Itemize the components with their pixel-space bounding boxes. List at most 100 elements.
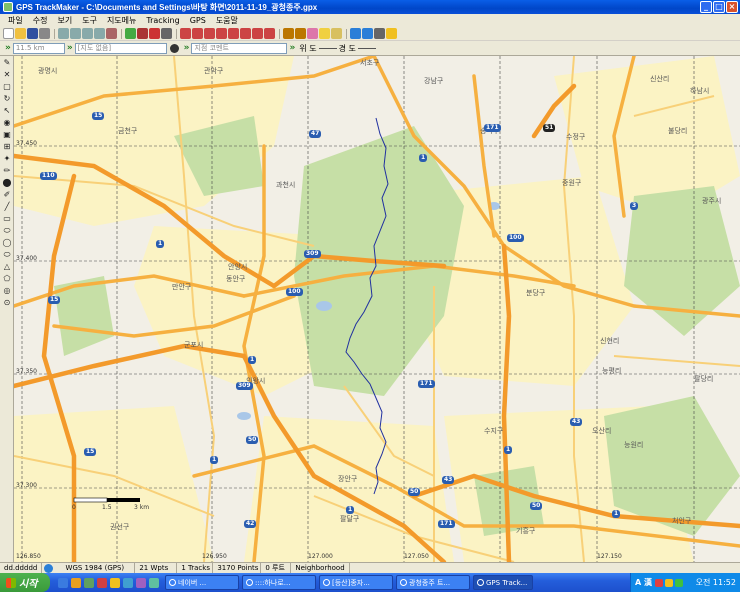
flag-icon[interactable] [180, 28, 191, 39]
menu-edit[interactable]: 수정 [28, 15, 53, 26]
title-bar[interactable]: GPS TrackMaker - C:\Documents and Settin… [0, 0, 740, 14]
waypoint-comment-field[interactable]: 지점 코멘트 [191, 42, 288, 54]
route-icon[interactable] [149, 28, 160, 39]
quick-launch-app-icon[interactable] [123, 577, 133, 588]
ime-indicator[interactable]: A 漢 [635, 577, 652, 588]
zoom-previous-icon[interactable] [106, 28, 117, 39]
longitude-tick: 127.150 [597, 553, 622, 560]
ring-tool-icon[interactable]: ◎ [2, 286, 12, 296]
zoom-out-icon[interactable] [70, 28, 81, 39]
web-icon[interactable] [362, 28, 373, 39]
scale-field[interactable]: 11.5 km [12, 42, 65, 54]
road-shield: 50 [246, 436, 259, 444]
ellipse-tool-icon[interactable]: ⬭ [2, 250, 12, 260]
map-field[interactable]: [지도 없음] [74, 42, 167, 54]
quick-launch-app-icon[interactable] [84, 577, 94, 588]
quick-launch-app-icon[interactable] [97, 577, 107, 588]
quick-launch-app-icon[interactable] [136, 577, 146, 588]
zoom-in-icon[interactable] [58, 28, 69, 39]
taskbar-item[interactable]: ::::하나로... [242, 575, 316, 590]
rounded-rect-tool-icon[interactable]: ⬭ [2, 226, 12, 236]
quick-launch-app-icon[interactable] [110, 577, 120, 588]
save-icon[interactable] [27, 28, 38, 39]
flag-icon[interactable] [204, 28, 215, 39]
circle-tool-icon[interactable]: ◯ [2, 238, 12, 248]
select-box-tool-icon[interactable]: ▢ [2, 82, 12, 92]
new-file-icon[interactable] [3, 28, 14, 39]
grid-tool-icon[interactable]: ⊞ [2, 142, 12, 152]
road-shield: 110 [40, 172, 57, 180]
info-icon[interactable] [386, 28, 397, 39]
flag-icon[interactable] [228, 28, 239, 39]
menu-bar: 파일 수정 보기 도구 지도메뉴 Tracking GPS 도움말 [0, 14, 740, 27]
tray-app-icon[interactable] [654, 578, 663, 587]
tray-app-icon[interactable] [674, 578, 683, 587]
flag-icon[interactable] [252, 28, 263, 39]
status-routes: 0 루트 [261, 563, 292, 573]
draw-tool-icon[interactable]: ✏ [2, 166, 12, 176]
window-title: GPS TrackMaker - C:\Documents and Settin… [16, 2, 318, 12]
road-shield: 171 [484, 124, 501, 132]
pointer-tool-icon[interactable]: ↖ [2, 106, 12, 116]
rotate-tool-icon[interactable]: ↻ [2, 94, 12, 104]
menu-view[interactable]: 보기 [52, 15, 77, 26]
map-icon[interactable] [125, 28, 136, 39]
gps-status-icon[interactable] [169, 43, 179, 53]
globe-icon[interactable] [350, 28, 361, 39]
gps-receive-icon[interactable] [295, 28, 306, 39]
flag-icon[interactable] [192, 28, 203, 39]
tray-app-icon[interactable] [664, 578, 673, 587]
app-window: GPS TrackMaker - C:\Documents and Settin… [0, 0, 740, 592]
road-shield: 43 [570, 418, 583, 426]
map-canvas[interactable]: 서초구 광명시 관악구 금천구 과천시 안양시 동안구 만안구 군포시 의왕시 … [14, 56, 740, 562]
flag-icon[interactable] [216, 28, 227, 39]
waypoint-icon[interactable] [161, 28, 172, 39]
zoom-all-icon[interactable] [94, 28, 105, 39]
rectangle-tool-icon[interactable]: ▭ [2, 214, 12, 224]
place-label: 불당리 [668, 127, 688, 135]
search-icon[interactable] [307, 28, 318, 39]
pentagon-tool-icon[interactable]: ⬠ [2, 274, 12, 284]
menu-tracking[interactable]: Tracking [141, 16, 184, 25]
maximize-button[interactable]: □ [713, 1, 725, 13]
edit-tool-icon[interactable]: ✐ [2, 190, 12, 200]
start-button[interactable]: 시작 [0, 573, 50, 592]
frame-tool-icon[interactable]: ▣ [2, 130, 12, 140]
quick-launch-app-icon[interactable] [149, 577, 159, 588]
line-tool-icon[interactable]: ╱ [2, 202, 12, 212]
print-icon[interactable] [39, 28, 50, 39]
layer-icon[interactable] [331, 28, 342, 39]
taskbar-item[interactable]: GPS Track... [473, 575, 533, 590]
app-icon [3, 2, 13, 12]
point-tool-icon[interactable]: ⊙ [2, 298, 12, 308]
lightbulb-icon[interactable] [319, 28, 330, 39]
road-shield: 100 [286, 288, 303, 296]
quick-launch-folder-icon[interactable] [71, 577, 81, 588]
taskbar-item[interactable]: 광청종주 트... [396, 575, 470, 590]
track-icon[interactable] [137, 28, 148, 39]
dot-tool-icon[interactable]: ⬤ [2, 178, 12, 188]
quick-launch-ie-icon[interactable] [58, 577, 68, 588]
taskbar-item[interactable]: 네이버 ... [165, 575, 239, 590]
toolbar-separator [54, 28, 55, 39]
gps-send-icon[interactable] [283, 28, 294, 39]
close-button[interactable]: × [726, 1, 738, 13]
zoom-area-icon[interactable] [82, 28, 93, 39]
triangle-tool-icon[interactable]: △ [2, 262, 12, 272]
target-tool-icon[interactable]: ◉ [2, 118, 12, 128]
taskbar-item[interactable]: [등산]종자... [319, 575, 393, 590]
star-tool-icon[interactable]: ✦ [2, 154, 12, 164]
menu-file[interactable]: 파일 [3, 15, 28, 26]
flag-icon[interactable] [264, 28, 275, 39]
menu-map[interactable]: 지도메뉴 [102, 15, 141, 26]
flag-icon[interactable] [240, 28, 251, 39]
menu-help[interactable]: 도움말 [211, 15, 243, 26]
menu-gps[interactable]: GPS [185, 16, 211, 25]
open-folder-icon[interactable] [15, 28, 26, 39]
pencil-tool-icon[interactable]: ✎ [2, 58, 12, 68]
minimize-button[interactable]: _ [700, 1, 712, 13]
cross-tool-icon[interactable]: ✕ [2, 70, 12, 80]
menu-tools[interactable]: 도구 [77, 15, 102, 26]
latitude-label: 위 도 [299, 43, 317, 53]
chevron-down-icon[interactable] [374, 28, 385, 39]
